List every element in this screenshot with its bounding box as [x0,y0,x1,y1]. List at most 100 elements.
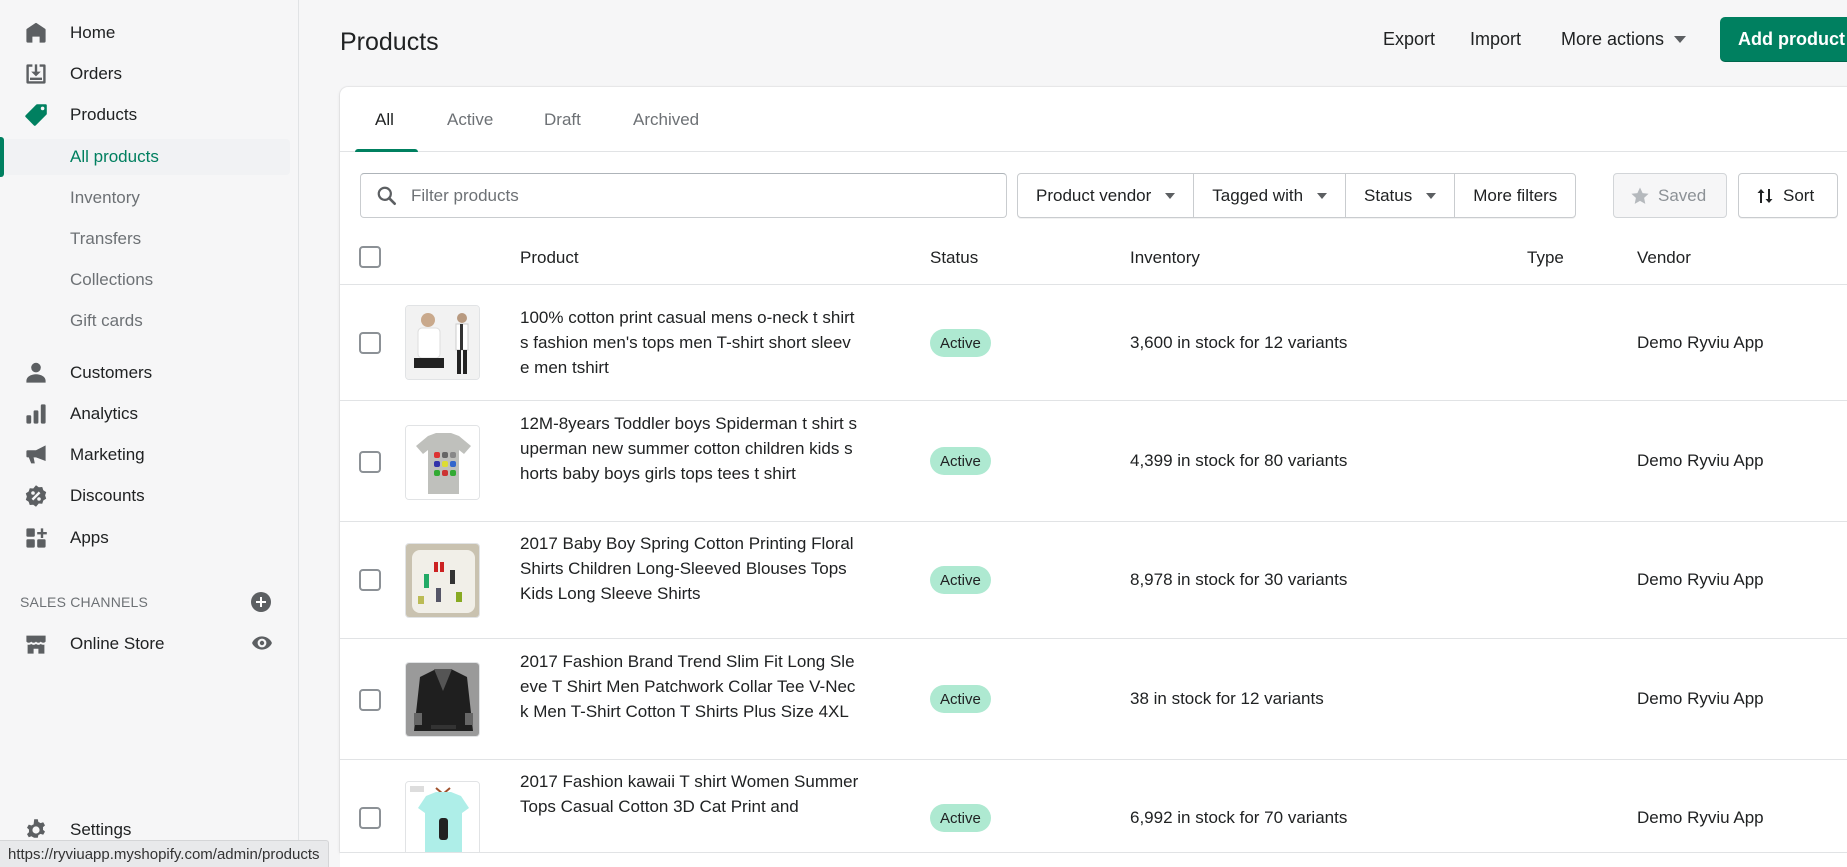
table-row[interactable]: 12M-8years Toddler boys Spiderman t shir… [340,401,1847,522]
page-bottom [340,852,1847,867]
table-row[interactable]: 100% cotton print casual mens o-neck t s… [340,285,1847,401]
sort-arrows-icon [1757,188,1773,203]
sidebar-subitem-all-products[interactable]: All products [4,139,290,175]
import-button[interactable]: Import [1470,29,1521,50]
add-product-button[interactable]: Add product [1720,17,1847,62]
sales-channels-heading: SALES CHANNELS [20,594,149,610]
sidebar-subitem-label: Inventory [70,188,140,207]
sidebar-subitem-inventory[interactable]: Inventory [0,180,290,216]
sidebar-item-label: Settings [70,820,132,839]
vendor-text: Demo Ryviu App [1637,570,1764,589]
product-vendor-filter[interactable]: Product vendor [1018,174,1195,217]
status-badge: Active [930,566,991,594]
sidebar-item-discounts[interactable]: Discounts [0,478,290,514]
status-badge: Active [930,329,991,357]
column-header-inventory[interactable]: Inventory [1130,230,1200,285]
discount-icon [24,484,48,508]
product-thumbnail [405,425,480,500]
product-name-link[interactable]: 2017 Baby Boy Spring Cotton Printing Flo… [520,531,860,606]
orders-icon [24,62,48,86]
sidebar: Home Orders Products All products Invent… [0,0,299,867]
products-card: All Active Draft Archived Product vendor… [340,87,1847,852]
column-header-status[interactable]: Status [930,230,978,285]
filter-products-search[interactable] [360,173,1007,218]
customer-icon [24,361,48,385]
product-name-link[interactable]: 2017 Fashion kawaii T shirt Women Summer… [520,769,860,852]
more-filters-button[interactable]: More filters [1455,174,1575,217]
star-icon [1631,187,1649,204]
tab-all[interactable]: All [375,87,394,152]
tab-draft[interactable]: Draft [544,87,581,152]
inventory-text: 6,992 in stock for 70 variants [1130,808,1348,827]
sidebar-subitem-label: Transfers [70,229,142,248]
sort-label: Sort [1783,185,1815,205]
column-header-type[interactable]: Type [1527,230,1564,285]
vendor-text: Demo Ryviu App [1637,689,1764,708]
row-checkbox[interactable] [359,807,381,829]
product-name-link[interactable]: 100% cotton print casual mens o-neck t s… [520,305,860,380]
analytics-icon [24,402,48,426]
tab-archived[interactable]: Archived [633,87,699,152]
sidebar-item-label: Analytics [70,404,139,423]
row-checkbox[interactable] [359,451,381,473]
gear-icon [24,818,48,842]
sidebar-item-customers[interactable]: Customers [0,355,290,391]
vendor-text: Demo Ryviu App [1637,451,1764,470]
export-button[interactable]: Export [1383,29,1435,50]
product-thumbnail [405,662,480,737]
add-sales-channel-icon[interactable] [251,592,271,612]
tab-active[interactable]: Active [447,87,493,152]
sidebar-item-products[interactable]: Products [0,97,290,133]
product-name-link[interactable]: 2017 Fashion Brand Trend Slim Fit Long S… [520,649,860,724]
row-checkbox[interactable] [359,569,381,591]
product-name-link[interactable]: 12M-8years Toddler boys Spiderman t shir… [520,411,860,486]
sidebar-subitem-label: Collections [70,270,154,289]
caret-down-icon [1426,192,1437,199]
sidebar-item-online-store[interactable]: Online Store [0,626,290,662]
status-badge: Active [930,804,991,832]
table-row[interactable]: 2017 Baby Boy Spring Cotton Printing Flo… [340,522,1847,639]
sidebar-item-label: Customers [70,363,153,382]
caret-down-icon [1674,36,1687,43]
sidebar-item-marketing[interactable]: Marketing [0,437,290,473]
view-store-eye-icon[interactable] [251,632,273,654]
product-thumbnail [405,543,480,618]
table-row[interactable]: 2017 Fashion Brand Trend Slim Fit Long S… [340,639,1847,760]
vendor-text: Demo Ryviu App [1637,333,1764,352]
sidebar-subitem-collections[interactable]: Collections [0,262,290,298]
sidebar-item-orders[interactable]: Orders [0,56,290,92]
inventory-text: 4,399 in stock for 80 variants [1130,451,1348,470]
inventory-text: 8,978 in stock for 30 variants [1130,570,1348,589]
store-icon [24,632,48,656]
filter-button-group: Product vendor Tagged with Status More f… [1017,173,1577,218]
sidebar-item-home[interactable]: Home [0,15,290,51]
sidebar-item-label: Marketing [70,445,145,464]
select-all-checkbox[interactable] [359,246,381,268]
table-header: Product Status Inventory Type Vendor [340,230,1847,285]
column-header-vendor[interactable]: Vendor [1637,230,1691,285]
sidebar-item-label: Orders [70,64,122,83]
caret-down-icon [1165,192,1176,199]
row-checkbox[interactable] [359,689,381,711]
inventory-text: 38 in stock for 12 variants [1130,689,1324,708]
column-header-product[interactable]: Product [520,230,579,285]
sidebar-subitem-label: All products [70,147,159,166]
status-badge: Active [930,447,991,475]
active-tab-indicator [355,149,418,152]
more-actions-button[interactable]: More actions [1561,29,1687,50]
status-filter[interactable]: Status [1346,174,1456,217]
tagged-with-label: Tagged with [1212,185,1304,205]
sidebar-subitem-gift-cards[interactable]: Gift cards [0,303,290,339]
sidebar-item-apps[interactable]: Apps [0,520,290,556]
sidebar-item-label: Home [70,23,116,42]
saved-button[interactable]: Saved [1613,173,1727,218]
sidebar-item-analytics[interactable]: Analytics [0,396,290,432]
filter-products-input[interactable] [411,175,991,216]
tagged-with-filter[interactable]: Tagged with [1194,174,1347,217]
inventory-text: 3,600 in stock for 12 variants [1130,333,1348,352]
sidebar-subitem-transfers[interactable]: Transfers [0,221,290,257]
sort-button[interactable]: Sort [1738,173,1838,218]
home-icon [24,21,48,45]
table-row[interactable]: 2017 Fashion kawaii T shirt Women Summer… [340,760,1847,852]
row-checkbox[interactable] [359,332,381,354]
